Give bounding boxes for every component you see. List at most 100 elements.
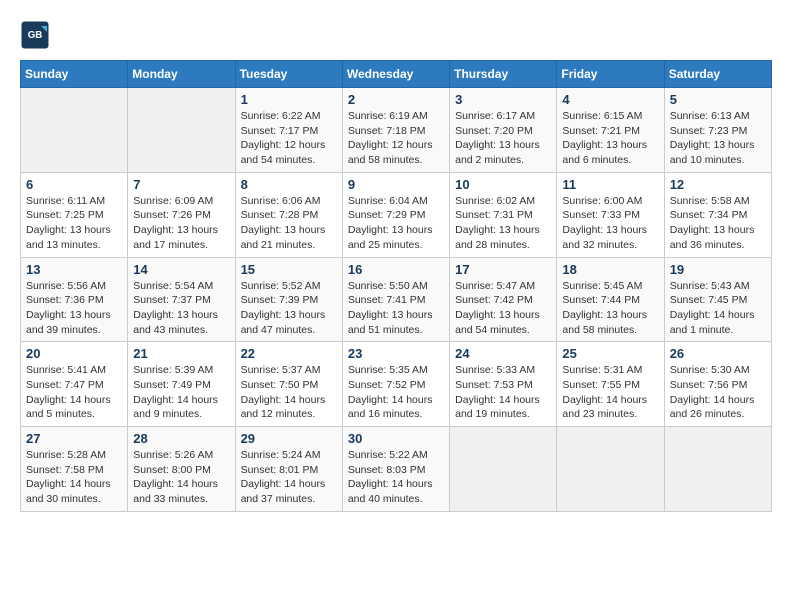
page-header: GB bbox=[20, 20, 772, 50]
calendar-cell: 18 Sunrise: 5:45 AM Sunset: 7:44 PM Dayli… bbox=[557, 257, 664, 342]
day-number: 15 bbox=[241, 262, 337, 277]
day-info: Sunrise: 5:56 AM Sunset: 7:36 PM Dayligh… bbox=[26, 279, 122, 338]
calendar-week-row: 27 Sunrise: 5:28 AM Sunset: 7:58 PM Dayli… bbox=[21, 427, 772, 512]
day-info: Sunrise: 5:35 AM Sunset: 7:52 PM Dayligh… bbox=[348, 363, 444, 422]
day-number: 11 bbox=[562, 177, 658, 192]
calendar-cell: 16 Sunrise: 5:50 AM Sunset: 7:41 PM Dayli… bbox=[342, 257, 449, 342]
day-info: Sunrise: 6:02 AM Sunset: 7:31 PM Dayligh… bbox=[455, 194, 551, 253]
calendar-cell: 14 Sunrise: 5:54 AM Sunset: 7:37 PM Dayli… bbox=[128, 257, 235, 342]
calendar-cell: 10 Sunrise: 6:02 AM Sunset: 7:31 PM Dayli… bbox=[450, 172, 557, 257]
day-number: 7 bbox=[133, 177, 229, 192]
weekday-header: Sunday bbox=[21, 61, 128, 88]
day-number: 10 bbox=[455, 177, 551, 192]
calendar-cell: 3 Sunrise: 6:17 AM Sunset: 7:20 PM Daylig… bbox=[450, 88, 557, 173]
calendar-cell: 5Sunrise: 6:13 AM Sunset: 7:23 PM Daylig… bbox=[664, 88, 771, 173]
logo-icon: GB bbox=[20, 20, 50, 50]
day-info: Sunrise: 5:54 AM Sunset: 7:37 PM Dayligh… bbox=[133, 279, 229, 338]
calendar-cell: 7 Sunrise: 6:09 AM Sunset: 7:26 PM Daylig… bbox=[128, 172, 235, 257]
calendar-cell: 21 Sunrise: 5:39 AM Sunset: 7:49 PM Dayli… bbox=[128, 342, 235, 427]
calendar-week-row: 20Sunrise: 5:41 AM Sunset: 7:47 PM Dayli… bbox=[21, 342, 772, 427]
day-number: 27 bbox=[26, 431, 122, 446]
calendar-cell: 8 Sunrise: 6:06 AM Sunset: 7:28 PM Daylig… bbox=[235, 172, 342, 257]
calendar-cell: 4Sunrise: 6:15 AM Sunset: 7:21 PM Daylig… bbox=[557, 88, 664, 173]
calendar-cell: 11Sunrise: 6:00 AM Sunset: 7:33 PM Dayli… bbox=[557, 172, 664, 257]
day-info: Sunrise: 5:24 AM Sunset: 8:01 PM Dayligh… bbox=[241, 448, 337, 507]
day-number: 28 bbox=[133, 431, 229, 446]
calendar-cell: 15 Sunrise: 5:52 AM Sunset: 7:39 PM Dayli… bbox=[235, 257, 342, 342]
day-number: 8 bbox=[241, 177, 337, 192]
day-number: 4 bbox=[562, 92, 658, 107]
calendar-cell: 25Sunrise: 5:31 AM Sunset: 7:55 PM Dayli… bbox=[557, 342, 664, 427]
day-info: Sunrise: 5:39 AM Sunset: 7:49 PM Dayligh… bbox=[133, 363, 229, 422]
day-number: 24 bbox=[455, 346, 551, 361]
day-info: Sunrise: 5:37 AM Sunset: 7:50 PM Dayligh… bbox=[241, 363, 337, 422]
calendar-week-row: 13 Sunrise: 5:56 AM Sunset: 7:36 PM Dayli… bbox=[21, 257, 772, 342]
calendar-cell: 6 Sunrise: 6:11 AM Sunset: 7:25 PM Daylig… bbox=[21, 172, 128, 257]
calendar-cell: 17Sunrise: 5:47 AM Sunset: 7:42 PM Dayli… bbox=[450, 257, 557, 342]
calendar-cell: 29 Sunrise: 5:24 AM Sunset: 8:01 PM Dayli… bbox=[235, 427, 342, 512]
day-number: 30 bbox=[348, 431, 444, 446]
calendar-cell: 24 Sunrise: 5:33 AM Sunset: 7:53 PM Dayli… bbox=[450, 342, 557, 427]
day-number: 19 bbox=[670, 262, 766, 277]
weekday-header: Thursday bbox=[450, 61, 557, 88]
calendar-cell bbox=[128, 88, 235, 173]
calendar-cell: 23 Sunrise: 5:35 AM Sunset: 7:52 PM Dayli… bbox=[342, 342, 449, 427]
day-info: Sunrise: 6:19 AM Sunset: 7:18 PM Dayligh… bbox=[348, 109, 444, 168]
day-number: 13 bbox=[26, 262, 122, 277]
day-info: Sunrise: 5:22 AM Sunset: 8:03 PM Dayligh… bbox=[348, 448, 444, 507]
day-info: Sunrise: 6:06 AM Sunset: 7:28 PM Dayligh… bbox=[241, 194, 337, 253]
calendar-cell: 19 Sunrise: 5:43 AM Sunset: 7:45 PM Dayli… bbox=[664, 257, 771, 342]
calendar-cell: 1Sunrise: 6:22 AM Sunset: 7:17 PM Daylig… bbox=[235, 88, 342, 173]
day-info: Sunrise: 6:17 AM Sunset: 7:20 PM Dayligh… bbox=[455, 109, 551, 168]
day-number: 2 bbox=[348, 92, 444, 107]
day-number: 3 bbox=[455, 92, 551, 107]
calendar-cell: 13 Sunrise: 5:56 AM Sunset: 7:36 PM Dayli… bbox=[21, 257, 128, 342]
day-info: Sunrise: 6:09 AM Sunset: 7:26 PM Dayligh… bbox=[133, 194, 229, 253]
calendar-cell: 2 Sunrise: 6:19 AM Sunset: 7:18 PM Daylig… bbox=[342, 88, 449, 173]
calendar-cell: 20Sunrise: 5:41 AM Sunset: 7:47 PM Dayli… bbox=[21, 342, 128, 427]
calendar-cell: 22 Sunrise: 5:37 AM Sunset: 7:50 PM Dayli… bbox=[235, 342, 342, 427]
calendar-cell: 30 Sunrise: 5:22 AM Sunset: 8:03 PM Dayli… bbox=[342, 427, 449, 512]
calendar-header-row: SundayMondayTuesdayWednesdayThursdayFrid… bbox=[21, 61, 772, 88]
day-number: 18 bbox=[562, 262, 658, 277]
calendar-cell bbox=[21, 88, 128, 173]
day-info: Sunrise: 5:33 AM Sunset: 7:53 PM Dayligh… bbox=[455, 363, 551, 422]
calendar-cell bbox=[450, 427, 557, 512]
weekday-header: Tuesday bbox=[235, 61, 342, 88]
day-number: 21 bbox=[133, 346, 229, 361]
day-number: 6 bbox=[26, 177, 122, 192]
day-number: 23 bbox=[348, 346, 444, 361]
calendar-week-row: 6 Sunrise: 6:11 AM Sunset: 7:25 PM Daylig… bbox=[21, 172, 772, 257]
calendar-cell: 9Sunrise: 6:04 AM Sunset: 7:29 PM Daylig… bbox=[342, 172, 449, 257]
weekday-header: Monday bbox=[128, 61, 235, 88]
calendar-cell bbox=[557, 427, 664, 512]
calendar-table: SundayMondayTuesdayWednesdayThursdayFrid… bbox=[20, 60, 772, 512]
calendar-cell: 12Sunrise: 5:58 AM Sunset: 7:34 PM Dayli… bbox=[664, 172, 771, 257]
day-info: Sunrise: 5:43 AM Sunset: 7:45 PM Dayligh… bbox=[670, 279, 766, 338]
day-number: 9 bbox=[348, 177, 444, 192]
day-info: Sunrise: 5:45 AM Sunset: 7:44 PM Dayligh… bbox=[562, 279, 658, 338]
day-number: 1 bbox=[241, 92, 337, 107]
day-number: 22 bbox=[241, 346, 337, 361]
day-info: Sunrise: 5:30 AM Sunset: 7:56 PM Dayligh… bbox=[670, 363, 766, 422]
day-number: 20 bbox=[26, 346, 122, 361]
day-info: Sunrise: 5:28 AM Sunset: 7:58 PM Dayligh… bbox=[26, 448, 122, 507]
weekday-header: Wednesday bbox=[342, 61, 449, 88]
calendar-cell bbox=[664, 427, 771, 512]
weekday-header: Friday bbox=[557, 61, 664, 88]
day-number: 12 bbox=[670, 177, 766, 192]
day-info: Sunrise: 5:26 AM Sunset: 8:00 PM Dayligh… bbox=[133, 448, 229, 507]
day-number: 29 bbox=[241, 431, 337, 446]
day-number: 25 bbox=[562, 346, 658, 361]
svg-text:GB: GB bbox=[28, 30, 43, 41]
day-number: 5 bbox=[670, 92, 766, 107]
day-number: 16 bbox=[348, 262, 444, 277]
day-info: Sunrise: 5:50 AM Sunset: 7:41 PM Dayligh… bbox=[348, 279, 444, 338]
day-info: Sunrise: 5:52 AM Sunset: 7:39 PM Dayligh… bbox=[241, 279, 337, 338]
calendar-cell: 28 Sunrise: 5:26 AM Sunset: 8:00 PM Dayli… bbox=[128, 427, 235, 512]
day-number: 17 bbox=[455, 262, 551, 277]
day-number: 14 bbox=[133, 262, 229, 277]
calendar-week-row: 1Sunrise: 6:22 AM Sunset: 7:17 PM Daylig… bbox=[21, 88, 772, 173]
weekday-header: Saturday bbox=[664, 61, 771, 88]
day-info: Sunrise: 6:11 AM Sunset: 7:25 PM Dayligh… bbox=[26, 194, 122, 253]
